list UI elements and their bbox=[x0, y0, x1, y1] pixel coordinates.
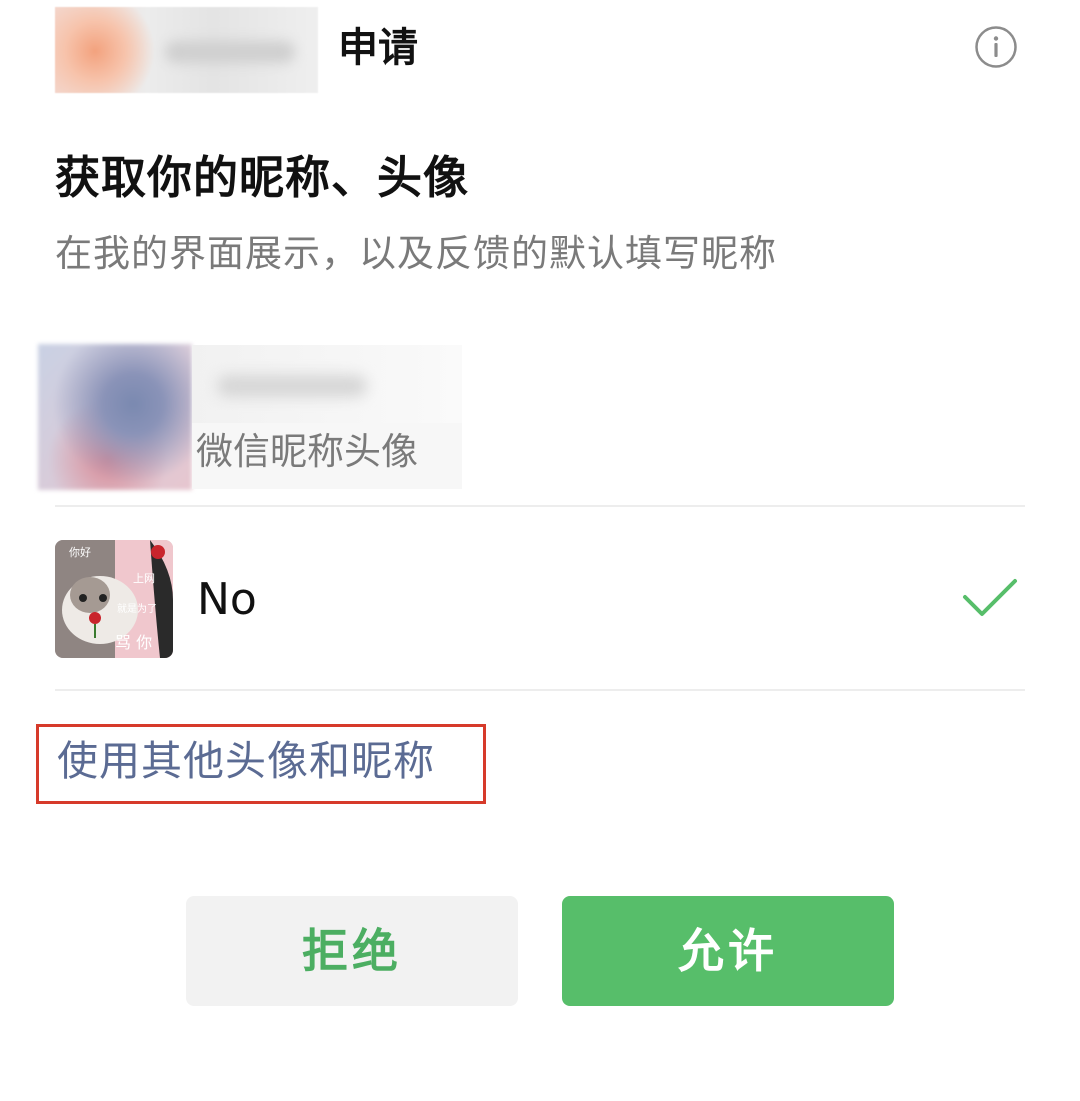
selected-nickname: No bbox=[197, 574, 257, 625]
app-logo bbox=[55, 7, 318, 93]
use-other-profile-link[interactable]: 使用其他头像和昵称 bbox=[57, 733, 435, 789]
avatar-text-4: 骂 你 bbox=[115, 633, 152, 652]
wechat-profile-label: 微信昵称头像 bbox=[196, 430, 418, 473]
wechat-avatar bbox=[38, 344, 192, 490]
divider bbox=[55, 505, 1025, 507]
info-icon[interactable] bbox=[975, 26, 1017, 68]
deny-button[interactable]: 拒绝 bbox=[186, 896, 518, 1006]
page-subtitle: 在我的界面展示，以及反馈的默认填写昵称 bbox=[55, 232, 777, 275]
checkmark-icon bbox=[962, 578, 1018, 620]
avatar-text-2: 上网 bbox=[133, 572, 155, 585]
avatar-text-3: 就是为了 bbox=[117, 602, 157, 615]
app-name-blurred bbox=[165, 41, 295, 63]
allow-button[interactable]: 允许 bbox=[562, 896, 894, 1006]
wechat-nickname-blurred bbox=[192, 345, 462, 423]
header-title: 申请 bbox=[338, 25, 418, 71]
page-title: 获取你的昵称、头像 bbox=[55, 151, 470, 204]
avatar-text-1: 你好 bbox=[69, 545, 91, 559]
cat-meme-avatar: 你好 上网 就是为了 骂 你 bbox=[55, 540, 173, 658]
divider bbox=[55, 689, 1025, 691]
